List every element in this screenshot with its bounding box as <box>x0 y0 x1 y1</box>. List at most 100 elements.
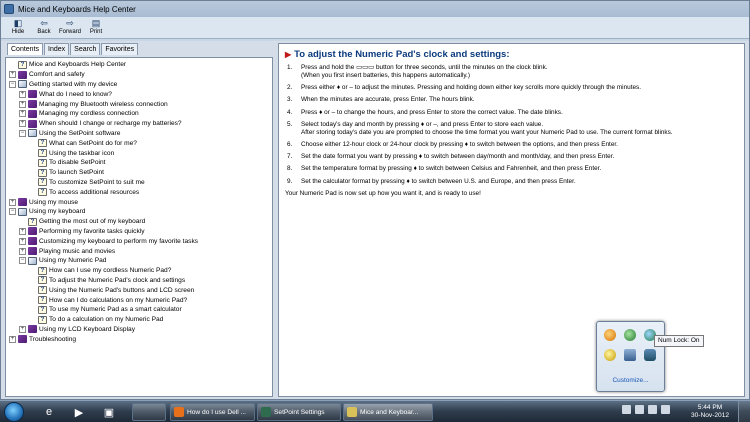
expand-icon[interactable]: + <box>9 71 16 79</box>
tree-item[interactable]: What can SetPoint do for me? <box>6 138 272 148</box>
step-text-block: When the minutes are accurate, press Ent… <box>301 96 738 104</box>
system-tray <box>622 405 674 414</box>
step-text-block: Set the calculator format by pressing ♦ … <box>301 178 738 186</box>
forward-button[interactable]: ⇨ Forward <box>57 17 83 35</box>
taskbar-window-button[interactable]: SetPoint Settings <box>257 403 341 421</box>
tree-item[interactable]: + Using my LCD Keyboard Display <box>6 325 272 335</box>
customize-link[interactable]: Customize... <box>597 377 664 384</box>
tree-item[interactable]: To do a calculation on my Numeric Pad <box>6 315 272 325</box>
network-icon[interactable] <box>648 405 657 414</box>
explorer-folder-icon[interactable]: ▣ <box>96 403 122 421</box>
tree-item[interactable]: To access additional resources <box>6 187 272 197</box>
taskbar-window-button[interactable]: Mice and Keyboar... <box>343 403 433 421</box>
start-button[interactable] <box>4 402 24 422</box>
tree-item[interactable]: Mice and Keyboards Help Center <box>6 60 272 70</box>
tree-item[interactable]: − Using the SetPoint software <box>6 129 272 139</box>
hide-button[interactable]: ◧ Hide <box>5 17 31 35</box>
tree-item-label: How can I use my cordless Numeric Pad? <box>49 267 172 275</box>
tree-item[interactable]: + Managing my cordless connection <box>6 109 272 119</box>
help-topic-icon <box>18 60 27 69</box>
collapse-icon[interactable]: − <box>19 257 26 265</box>
orange-tray-icon[interactable] <box>604 329 616 341</box>
step-number: 1. <box>287 64 293 71</box>
tree-item[interactable]: Using the Numeric Pad's buttons and LCD … <box>6 285 272 295</box>
tree-item[interactable]: Using the taskbar icon <box>6 148 272 158</box>
tree-item[interactable]: + Comfort and safety <box>6 70 272 80</box>
toolbar-button-label: Back <box>37 29 51 35</box>
show-desktop-button[interactable] <box>738 401 750 422</box>
expand-icon[interactable]: + <box>9 335 16 343</box>
tree-item[interactable]: + Customizing my keyboard to perform my f… <box>6 236 272 246</box>
expand-icon[interactable]: + <box>19 237 26 245</box>
tree-item-label: Mice and Keyboards Help Center <box>29 61 127 69</box>
expand-icon[interactable]: + <box>19 227 26 235</box>
expand-icon[interactable]: + <box>9 198 16 206</box>
expand-icon[interactable]: + <box>19 247 26 255</box>
step-text: Press either ♦ or – to adjust the minute… <box>301 84 642 92</box>
closing-text: Your Numeric Pad is now set up how you w… <box>285 189 481 197</box>
tree-item[interactable]: + Performing my favorite tasks quickly <box>6 227 272 237</box>
contents-tree[interactable]: Mice and Keyboards Help Center + Comfort a… <box>5 57 273 397</box>
tree-item[interactable]: To adjust the Numeric Pad's clock and se… <box>6 276 272 286</box>
show-hidden-icons-icon[interactable] <box>622 405 631 414</box>
tree-item[interactable]: How can I use my cordless Numeric Pad? <box>6 266 272 276</box>
title-bar[interactable]: Mice and Keyboards Help Center <box>1 1 749 17</box>
tree-item[interactable]: To disable SetPoint <box>6 158 272 168</box>
taskbar-app-icon <box>174 407 184 417</box>
step-text: Press ♦ or – to change the hours, and pr… <box>301 108 563 116</box>
step-item: 1. Press and hold the ▭▭▭ button for thre… <box>285 64 738 80</box>
tree-item[interactable]: To use my Numeric Pad as a smart calcula… <box>6 305 272 315</box>
expand-icon[interactable]: + <box>19 110 26 118</box>
tree-item[interactable]: + Troubleshooting <box>6 334 272 344</box>
collapse-icon[interactable]: − <box>9 208 16 216</box>
tree-item[interactable]: − Getting started with my device <box>6 80 272 90</box>
expand-icon[interactable]: + <box>19 90 26 98</box>
step-text: Press and hold the ▭▭▭ button for three … <box>301 64 548 71</box>
tab-favorites[interactable]: Favorites <box>101 43 139 55</box>
tree-item[interactable]: + Using my mouse <box>6 197 272 207</box>
print-button[interactable]: ▤ Print <box>83 17 109 35</box>
tree-item[interactable]: − Using my Numeric Pad <box>6 256 272 266</box>
tree-item[interactable]: + Managing my Bluetooth wireless connecti… <box>6 99 272 109</box>
tab-contents[interactable]: Contents <box>7 43 44 55</box>
expand-icon[interactable]: + <box>19 120 26 128</box>
clock[interactable]: 5:44 PM 30-Nov-2012 <box>688 404 732 420</box>
tree-item-label: Managing my cordless connection <box>39 110 139 118</box>
tree-item[interactable]: To launch SetPoint <box>6 168 272 178</box>
toolbar-button-label: Forward <box>58 29 81 35</box>
flag-icon[interactable] <box>635 405 644 414</box>
tree-item[interactable]: + When should I change or recharge my bat… <box>6 119 272 129</box>
tree-item[interactable]: − Using my keyboard <box>6 207 272 217</box>
tree-item-label: Using the Numeric Pad's buttons and LCD … <box>49 286 195 294</box>
media-player-icon[interactable]: ▶ <box>66 403 92 421</box>
tree-item[interactable]: Getting the most out of my keyboard <box>6 217 272 227</box>
network-tray-icon[interactable] <box>624 349 636 361</box>
open-book-icon <box>18 80 27 89</box>
tab-search[interactable]: Search <box>70 43 101 55</box>
taskbar-window-button[interactable]: How do I use Dell ... <box>170 403 255 421</box>
yellow-tray-icon[interactable] <box>604 349 616 361</box>
collapse-icon[interactable]: − <box>19 129 26 137</box>
closed-book-icon <box>18 70 27 79</box>
tree-item-label: Playing music and movies <box>39 247 116 255</box>
tree-item-label: Comfort and safety <box>29 71 85 79</box>
expand-icon[interactable]: + <box>19 325 26 333</box>
internet-explorer-icon[interactable]: e <box>36 403 62 421</box>
tree-item[interactable]: To customize SetPoint to suit me <box>6 178 272 188</box>
back-button[interactable]: ⇦ Back <box>31 17 57 35</box>
tree-item-label: When should I change or recharge my batt… <box>39 120 182 128</box>
tree-item[interactable]: How can I do calculations on my Numeric … <box>6 295 272 305</box>
step-text-block: Choose either 12-hour clock or 24-hour c… <box>301 141 738 149</box>
tree-item[interactable]: + What do I need to know? <box>6 89 272 99</box>
num-lock-tooltip: Num Lock: On <box>654 335 704 347</box>
green-tray-icon[interactable] <box>624 329 636 341</box>
clock-time: 5:44 PM <box>697 404 723 411</box>
step-item: 4. Press ♦ or – to change the hours, and … <box>285 109 738 117</box>
tab-index[interactable]: Index <box>44 43 70 55</box>
volume-icon[interactable] <box>661 405 670 414</box>
expand-icon[interactable]: + <box>19 100 26 108</box>
taskbar-explorer-button[interactable] <box>132 403 166 421</box>
tree-item[interactable]: + Playing music and movies <box>6 246 272 256</box>
collapse-icon[interactable]: − <box>9 80 16 88</box>
setpoint-mouse-tray-icon[interactable] <box>644 349 656 361</box>
